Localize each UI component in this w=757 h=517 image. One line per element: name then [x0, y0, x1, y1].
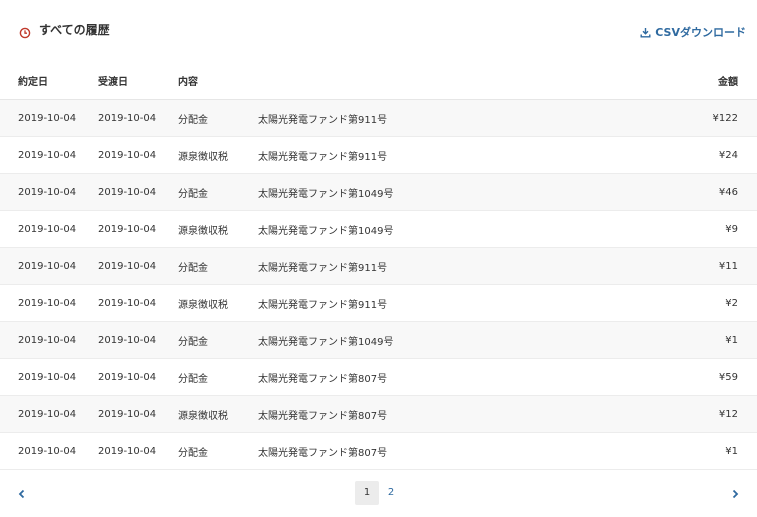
cell-amount: ¥1 — [725, 334, 738, 346]
page-list: 1 2 — [355, 481, 403, 505]
table-row: 2019-10-04 2019-10-04 分配金 太陽光発電ファンド第1049… — [0, 322, 757, 359]
table-row: 2019-10-04 2019-10-04 分配金 太陽光発電ファンド第807号… — [0, 359, 757, 396]
table-row: 2019-10-04 2019-10-04 源泉徴収税 太陽光発電ファンド第10… — [0, 211, 757, 248]
chevron-left-icon[interactable] — [15, 486, 29, 500]
csv-download-label: CSVダウンロード — [655, 26, 746, 39]
cell-amount: ¥2 — [725, 297, 738, 309]
page-title: すべての履歴 — [39, 23, 110, 37]
cell-type: 源泉徴収税 — [178, 410, 228, 422]
cell-fund: 太陽光発電ファンド第911号 — [258, 114, 388, 126]
cell-fund: 太陽光発電ファンド第911号 — [258, 299, 388, 311]
cell-delivery-date: 2019-10-04 — [98, 371, 157, 383]
table-row: 2019-10-04 2019-10-04 分配金 太陽光発電ファンド第911号… — [0, 100, 757, 137]
cell-fund: 太陽光発電ファンド第1049号 — [258, 188, 394, 200]
cell-delivery-date: 2019-10-04 — [98, 297, 157, 309]
cell-type: 分配金 — [178, 373, 208, 385]
cell-contract-date: 2019-10-04 — [18, 445, 77, 457]
cell-type: 源泉徴収税 — [178, 225, 228, 237]
table-row: 2019-10-04 2019-10-04 分配金 太陽光発電ファンド第911号… — [0, 248, 757, 285]
cell-type: 分配金 — [178, 262, 208, 274]
cell-type: 分配金 — [178, 336, 208, 348]
cell-fund: 太陽光発電ファンド第807号 — [258, 410, 388, 422]
cell-fund: 太陽光発電ファンド第807号 — [258, 447, 388, 459]
cell-type: 分配金 — [178, 114, 208, 126]
col-contract-date: 約定日 — [18, 77, 48, 88]
table-row: 2019-10-04 2019-10-04 分配金 太陽光発電ファンド第1049… — [0, 174, 757, 211]
table-row: 2019-10-04 2019-10-04 源泉徴収税 太陽光発電ファンド第91… — [0, 137, 757, 174]
chevron-right-icon[interactable] — [728, 486, 742, 500]
cell-contract-date: 2019-10-04 — [18, 297, 77, 309]
cell-delivery-date: 2019-10-04 — [98, 186, 157, 198]
col-delivery-date: 受渡日 — [98, 77, 128, 88]
cell-fund: 太陽光発電ファンド第807号 — [258, 373, 388, 385]
cell-delivery-date: 2019-10-04 — [98, 445, 157, 457]
history-header: すべての履歴 CSVダウンロード — [0, 0, 757, 60]
pagination: 1 2 — [0, 478, 757, 508]
cell-amount: ¥24 — [718, 149, 738, 161]
cell-contract-date: 2019-10-04 — [18, 334, 77, 346]
col-content: 内容 — [178, 77, 198, 88]
table-row: 2019-10-04 2019-10-04 分配金 太陽光発電ファンド第807号… — [0, 433, 757, 470]
cell-contract-date: 2019-10-04 — [18, 186, 77, 198]
cell-amount: ¥59 — [718, 371, 738, 383]
cell-contract-date: 2019-10-04 — [18, 112, 77, 124]
cell-delivery-date: 2019-10-04 — [98, 260, 157, 272]
cell-delivery-date: 2019-10-04 — [98, 149, 157, 161]
table-header: 約定日 受渡日 内容 金額 — [0, 62, 757, 100]
table-row: 2019-10-04 2019-10-04 源泉徴収税 太陽光発電ファンド第91… — [0, 285, 757, 322]
cell-contract-date: 2019-10-04 — [18, 260, 77, 272]
cell-delivery-date: 2019-10-04 — [98, 408, 157, 420]
cell-type: 源泉徴収税 — [178, 151, 228, 163]
title-wrap: すべての履歴 — [19, 21, 110, 38]
csv-download-button[interactable]: CSVダウンロード — [640, 24, 746, 40]
cell-amount: ¥46 — [718, 186, 738, 198]
cell-type: 分配金 — [178, 447, 208, 459]
page-button-1[interactable]: 1 — [355, 481, 379, 505]
cell-fund: 太陽光発電ファンド第1049号 — [258, 336, 394, 348]
cell-contract-date: 2019-10-04 — [18, 408, 77, 420]
cell-amount: ¥11 — [718, 260, 738, 272]
cell-amount: ¥1 — [725, 445, 738, 457]
cell-fund: 太陽光発電ファンド第911号 — [258, 262, 388, 274]
download-icon — [640, 27, 651, 38]
cell-delivery-date: 2019-10-04 — [98, 112, 157, 124]
cell-type: 分配金 — [178, 188, 208, 200]
cell-amount: ¥122 — [712, 112, 738, 124]
cell-contract-date: 2019-10-04 — [18, 223, 77, 235]
cell-contract-date: 2019-10-04 — [18, 149, 77, 161]
history-table: 約定日 受渡日 内容 金額 2019-10-04 2019-10-04 分配金 … — [0, 62, 757, 470]
cell-amount: ¥12 — [718, 408, 738, 420]
cell-fund: 太陽光発電ファンド第1049号 — [258, 225, 394, 237]
cell-contract-date: 2019-10-04 — [18, 371, 77, 383]
cell-type: 源泉徴収税 — [178, 299, 228, 311]
cell-amount: ¥9 — [725, 223, 738, 235]
col-amount: 金額 — [718, 77, 738, 88]
clock-icon — [19, 24, 31, 38]
table-row: 2019-10-04 2019-10-04 源泉徴収税 太陽光発電ファンド第80… — [0, 396, 757, 433]
cell-delivery-date: 2019-10-04 — [98, 223, 157, 235]
cell-fund: 太陽光発電ファンド第911号 — [258, 151, 388, 163]
page-button-2[interactable]: 2 — [379, 481, 403, 505]
cell-delivery-date: 2019-10-04 — [98, 334, 157, 346]
